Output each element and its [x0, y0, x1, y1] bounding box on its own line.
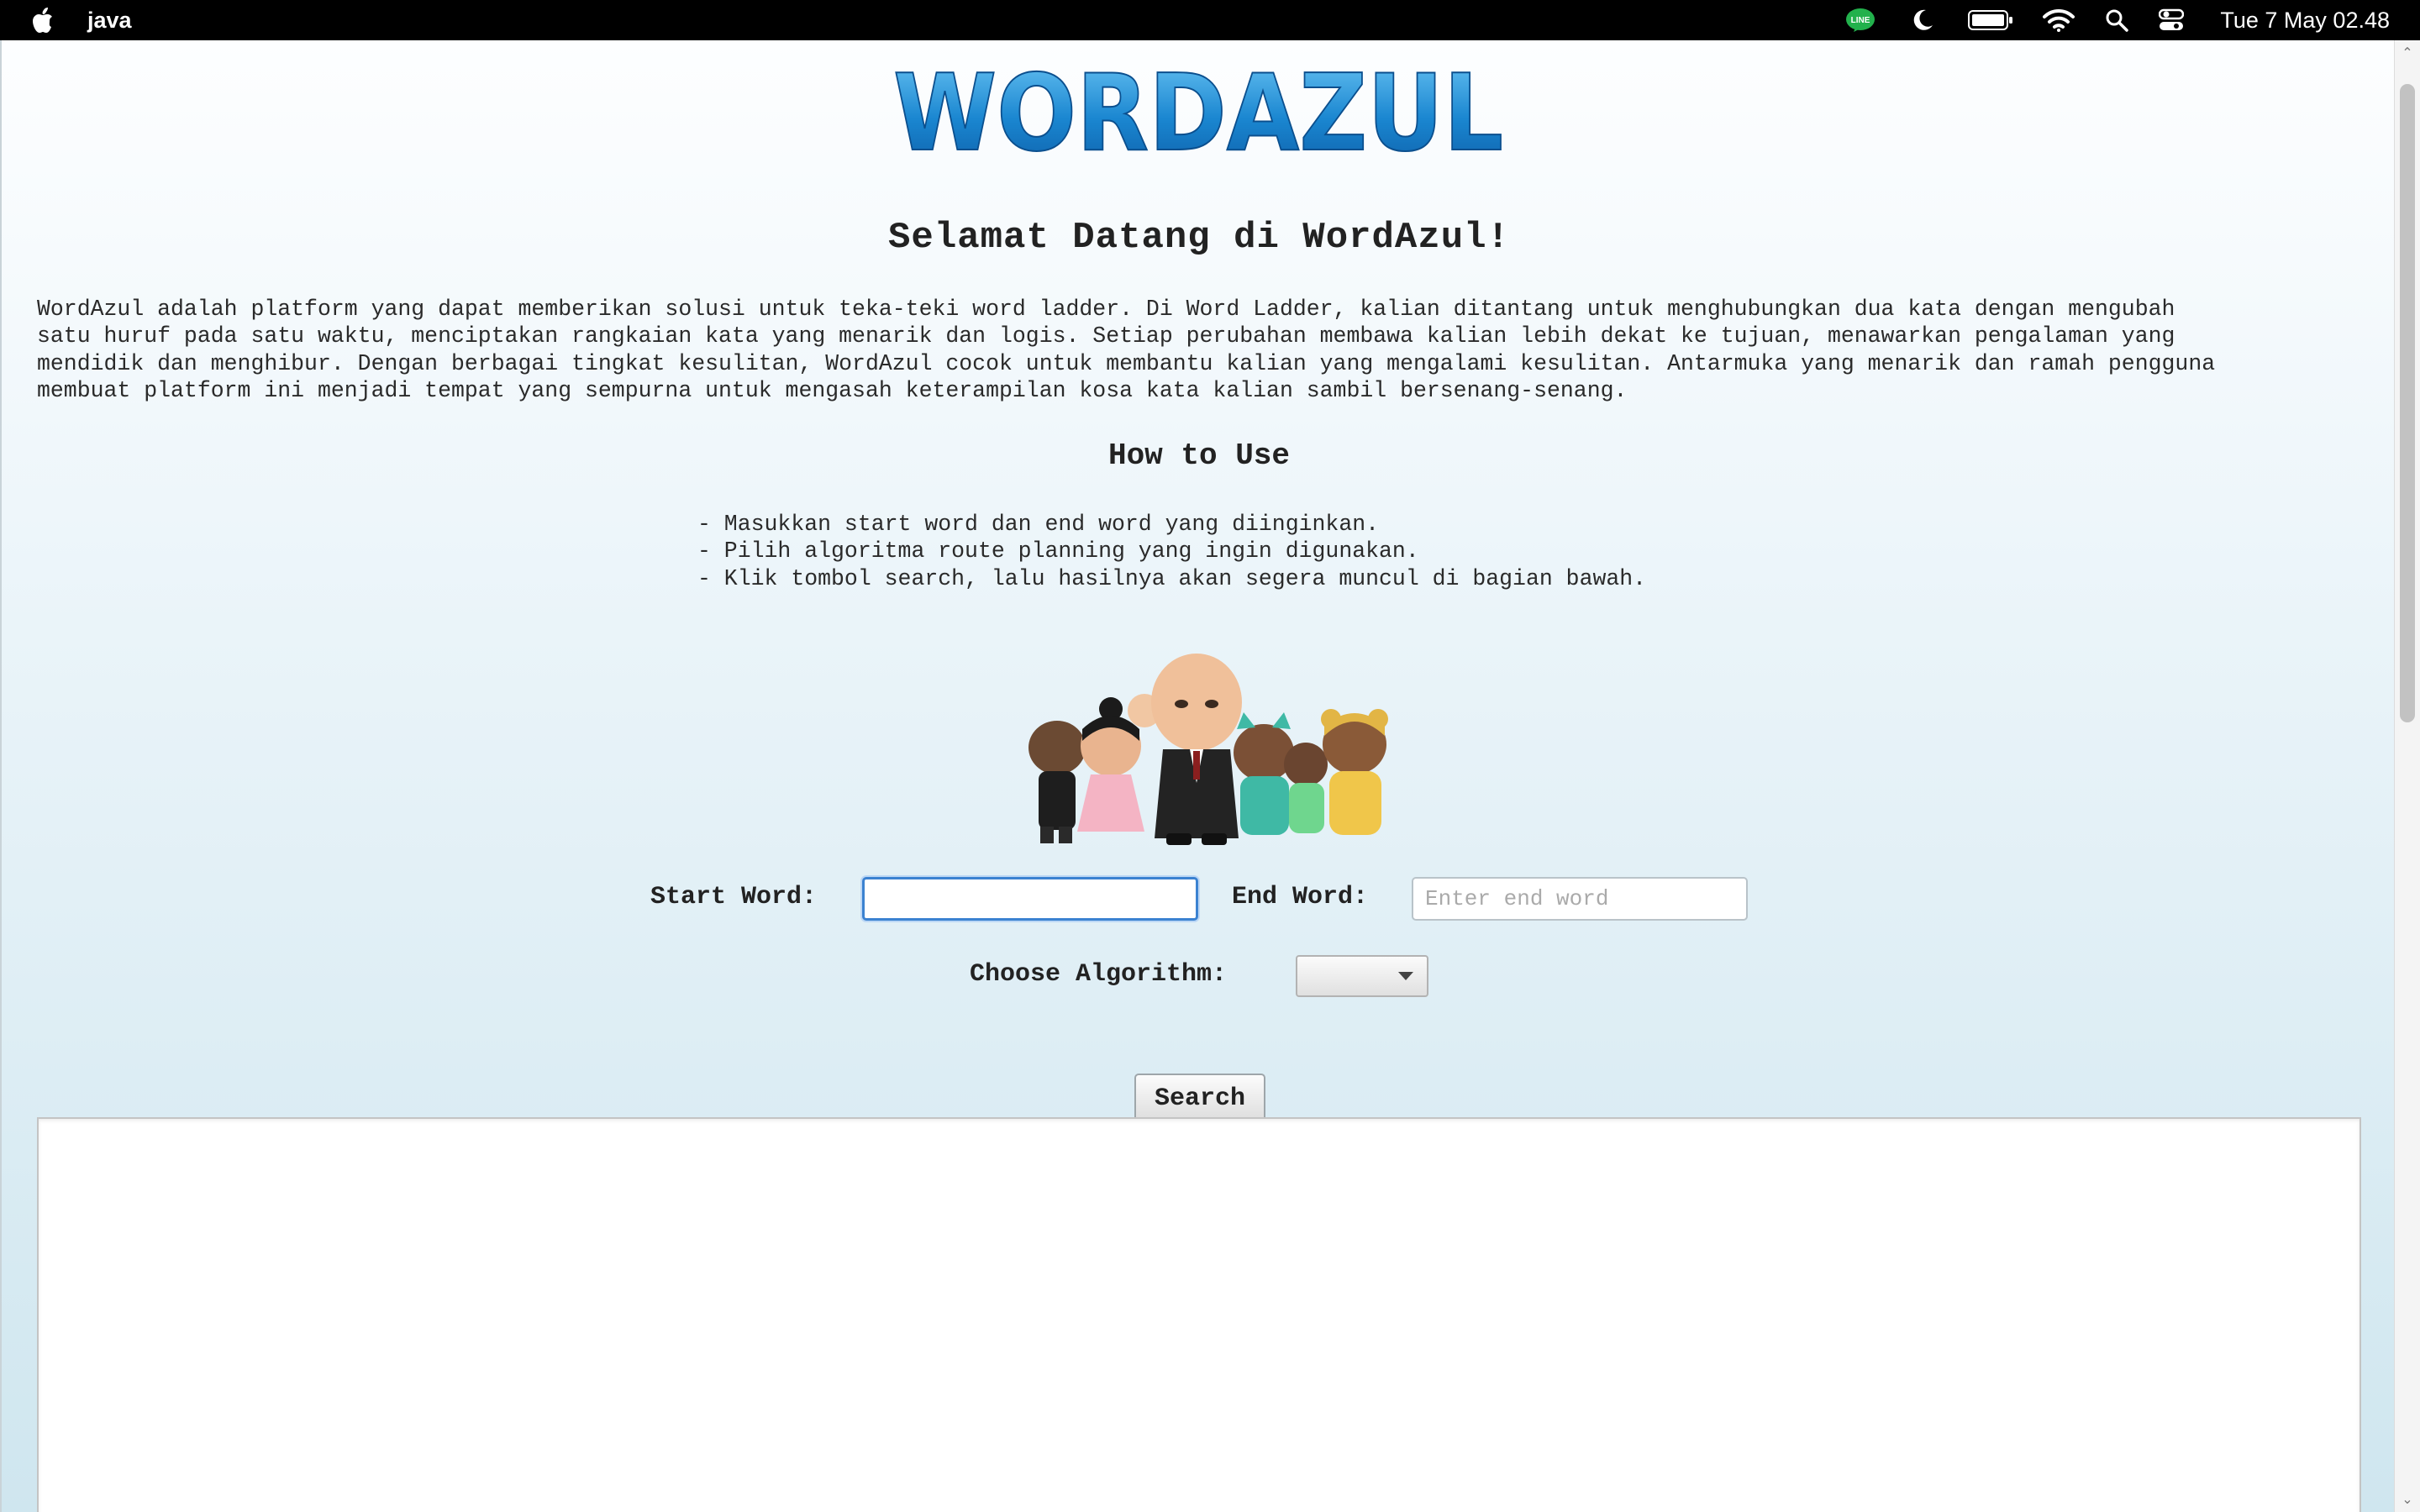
battery-icon[interactable]: [1968, 7, 2013, 34]
app-window: WORDAZUL Selamat Datang di WordAzul! Wor…: [0, 40, 2420, 1512]
wordazul-logo: WORDAZUL: [892, 59, 1504, 165]
step-item: - Masukkan start word dan end word yang …: [697, 512, 1380, 537]
intro-line: mendidik dan menghibur. Dengan berbagai …: [37, 350, 2216, 376]
start-word-label: Start Word:: [650, 883, 818, 911]
end-word-input[interactable]: [1412, 877, 1748, 921]
choose-algorithm-label: Choose Algorithm:: [970, 960, 1228, 989]
app-menu-name[interactable]: java: [87, 7, 132, 34]
menu-bar-clock[interactable]: Tue 7 May 02.48: [2220, 7, 2390, 34]
line-badge-text: LINE: [1851, 16, 1870, 25]
search-icon[interactable]: [2104, 7, 2129, 34]
how-to-use-title: How to Use: [1107, 438, 1291, 473]
intro-line: satu huruf pada satu waktu, menciptakan …: [37, 323, 2175, 349]
algorithm-select[interactable]: [1296, 955, 1428, 997]
moon-icon[interactable]: [1911, 7, 1936, 34]
search-button[interactable]: Search: [1134, 1074, 1265, 1124]
chevron-down-icon: [1398, 972, 1413, 980]
apple-logo-icon[interactable]: [30, 5, 59, 35]
scroll-up-icon[interactable]: ⌃: [2401, 46, 2414, 60]
intro-paragraph: WordAzul adalah platform yang dapat memb…: [37, 296, 2373, 404]
end-word-label: End Word:: [1232, 883, 1369, 911]
logo-text: WORDAZUL: [893, 59, 1503, 165]
menu-bar: java LINE Tue 7 May 02.48: [0, 0, 2420, 40]
scroll-down-icon[interactable]: ⌄: [2401, 1493, 2414, 1506]
how-to-steps: - Masukkan start word dan end word yang …: [697, 511, 1646, 592]
scrollbar-thumb[interactable]: [2400, 84, 2415, 722]
boss-baby-illustration: [1028, 654, 1388, 845]
welcome-title: Selamat Datang di WordAzul!: [888, 217, 1510, 259]
control-center-icon[interactable]: [2158, 7, 2185, 34]
result-area: [37, 1117, 2361, 1512]
intro-line: membuat platform ini menjadi tempat yang…: [37, 377, 1628, 403]
step-item: - Pilih algoritma route planning yang in…: [697, 538, 1419, 564]
line-app-icon[interactable]: LINE: [1845, 7, 1876, 34]
wifi-icon[interactable]: [2042, 7, 2075, 34]
vertical-scrollbar[interactable]: ⌃ ⌄: [2394, 40, 2420, 1512]
step-item: - Klik tombol search, lalu hasilnya akan…: [697, 565, 1647, 591]
start-word-input[interactable]: [862, 877, 1198, 921]
intro-line: WordAzul adalah platform yang dapat memb…: [37, 297, 2175, 322]
